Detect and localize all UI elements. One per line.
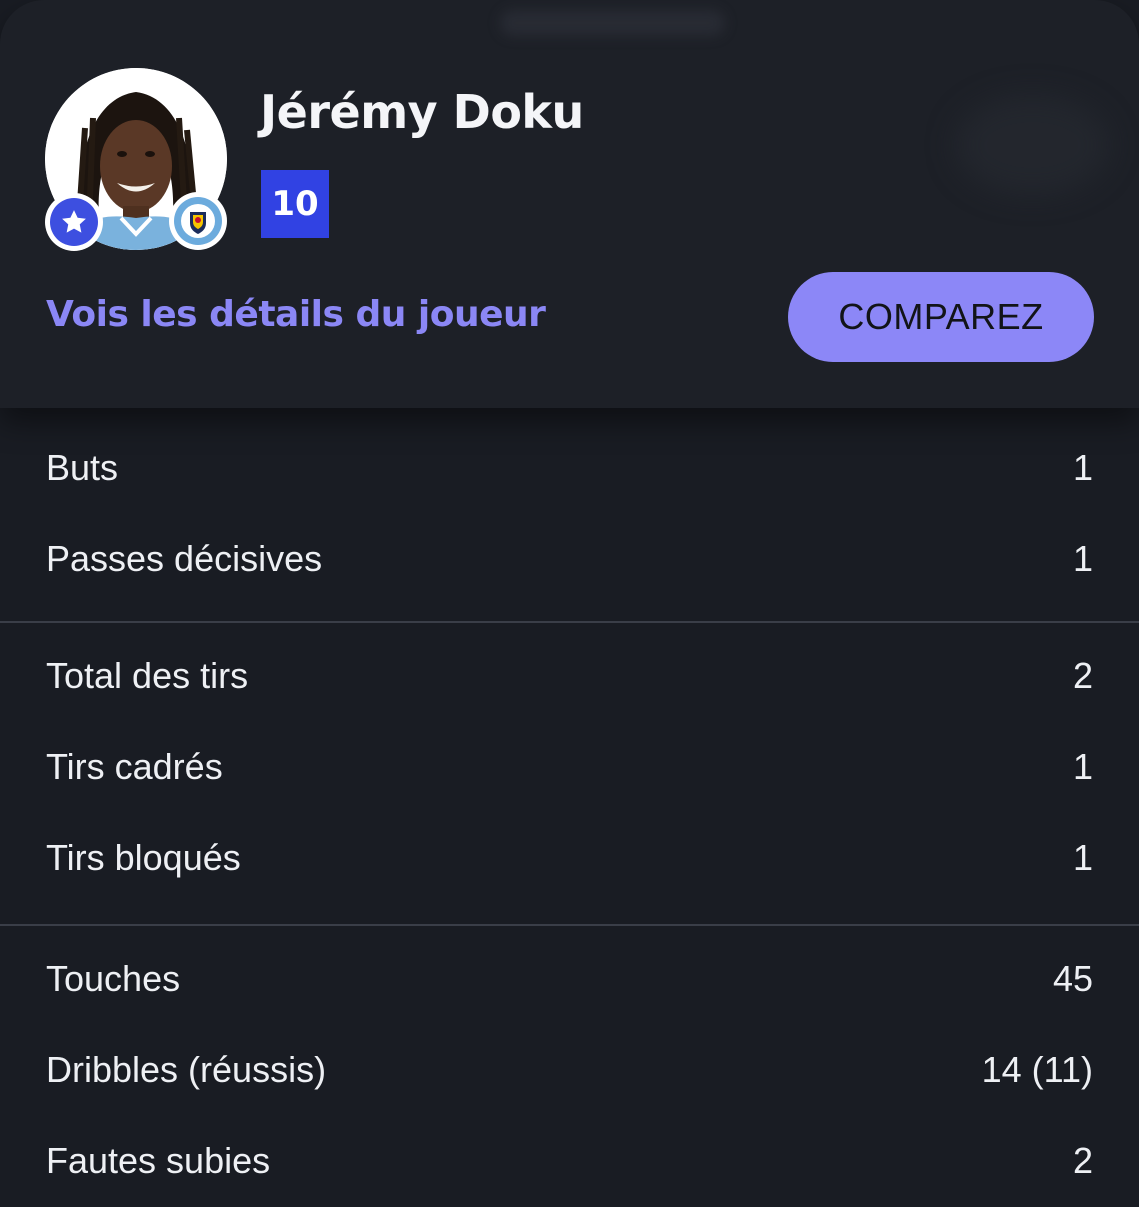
shirt-number-badge: 10 xyxy=(261,170,329,238)
stat-label: Tirs bloqués xyxy=(46,837,241,878)
player-header-card: Jérémy Doku 10 Vois les détails du joueu… xyxy=(0,0,1139,408)
stat-row-touches: Touches 45 xyxy=(0,934,1139,1025)
stats-group-possession: Touches 45 Dribbles (réussis) 14 (11) Fa… xyxy=(0,926,1139,1207)
stat-label: Buts xyxy=(46,447,119,488)
compare-button[interactable]: COMPAREZ xyxy=(788,272,1094,362)
stat-label: Dribbles (réussis) xyxy=(46,1049,327,1090)
stat-row-fouls-won: Fautes subies 2 xyxy=(0,1116,1139,1207)
stat-value: 1 xyxy=(1072,837,1093,878)
stat-row-blocked-shots: Tirs bloqués 1 xyxy=(0,813,1139,904)
player-name: Jérémy Doku xyxy=(260,85,584,139)
stat-value: 45 xyxy=(1052,958,1093,999)
club-crest-icon xyxy=(169,192,227,250)
sheet-handle[interactable] xyxy=(500,10,725,36)
stats-list: Buts 1 Passes décisives 1 Total des tirs… xyxy=(0,408,1139,1207)
club-watermark-icon xyxy=(955,95,1110,195)
stats-group-shots: Total des tirs 2 Tirs cadrés 1 Tirs bloq… xyxy=(0,623,1139,926)
stat-label: Fautes subies xyxy=(46,1140,271,1181)
stat-label: Touches xyxy=(46,958,181,999)
stat-row-goals: Buts 1 xyxy=(0,423,1139,514)
stat-label: Passes décisives xyxy=(46,538,323,579)
stat-value: 1 xyxy=(1072,746,1093,787)
stat-row-assists: Passes décisives 1 xyxy=(0,514,1139,605)
stat-row-shots-on-target: Tirs cadrés 1 xyxy=(0,722,1139,813)
stat-row-total-shots: Total des tirs 2 xyxy=(0,631,1139,722)
stat-value: 14 (11) xyxy=(981,1049,1093,1090)
stat-value: 1 xyxy=(1072,538,1093,579)
stats-group-scoring: Buts 1 Passes décisives 1 xyxy=(0,408,1139,623)
stat-value: 2 xyxy=(1072,1140,1093,1181)
stat-value: 1 xyxy=(1072,447,1093,488)
stat-value: 2 xyxy=(1072,655,1093,696)
stat-row-dribbles: Dribbles (réussis) 14 (11) xyxy=(0,1025,1139,1116)
player-details-link[interactable]: Vois les détails du joueur xyxy=(46,294,546,335)
stat-label: Tirs cadrés xyxy=(46,746,223,787)
star-icon xyxy=(45,193,103,251)
stat-label: Total des tirs xyxy=(46,655,249,696)
